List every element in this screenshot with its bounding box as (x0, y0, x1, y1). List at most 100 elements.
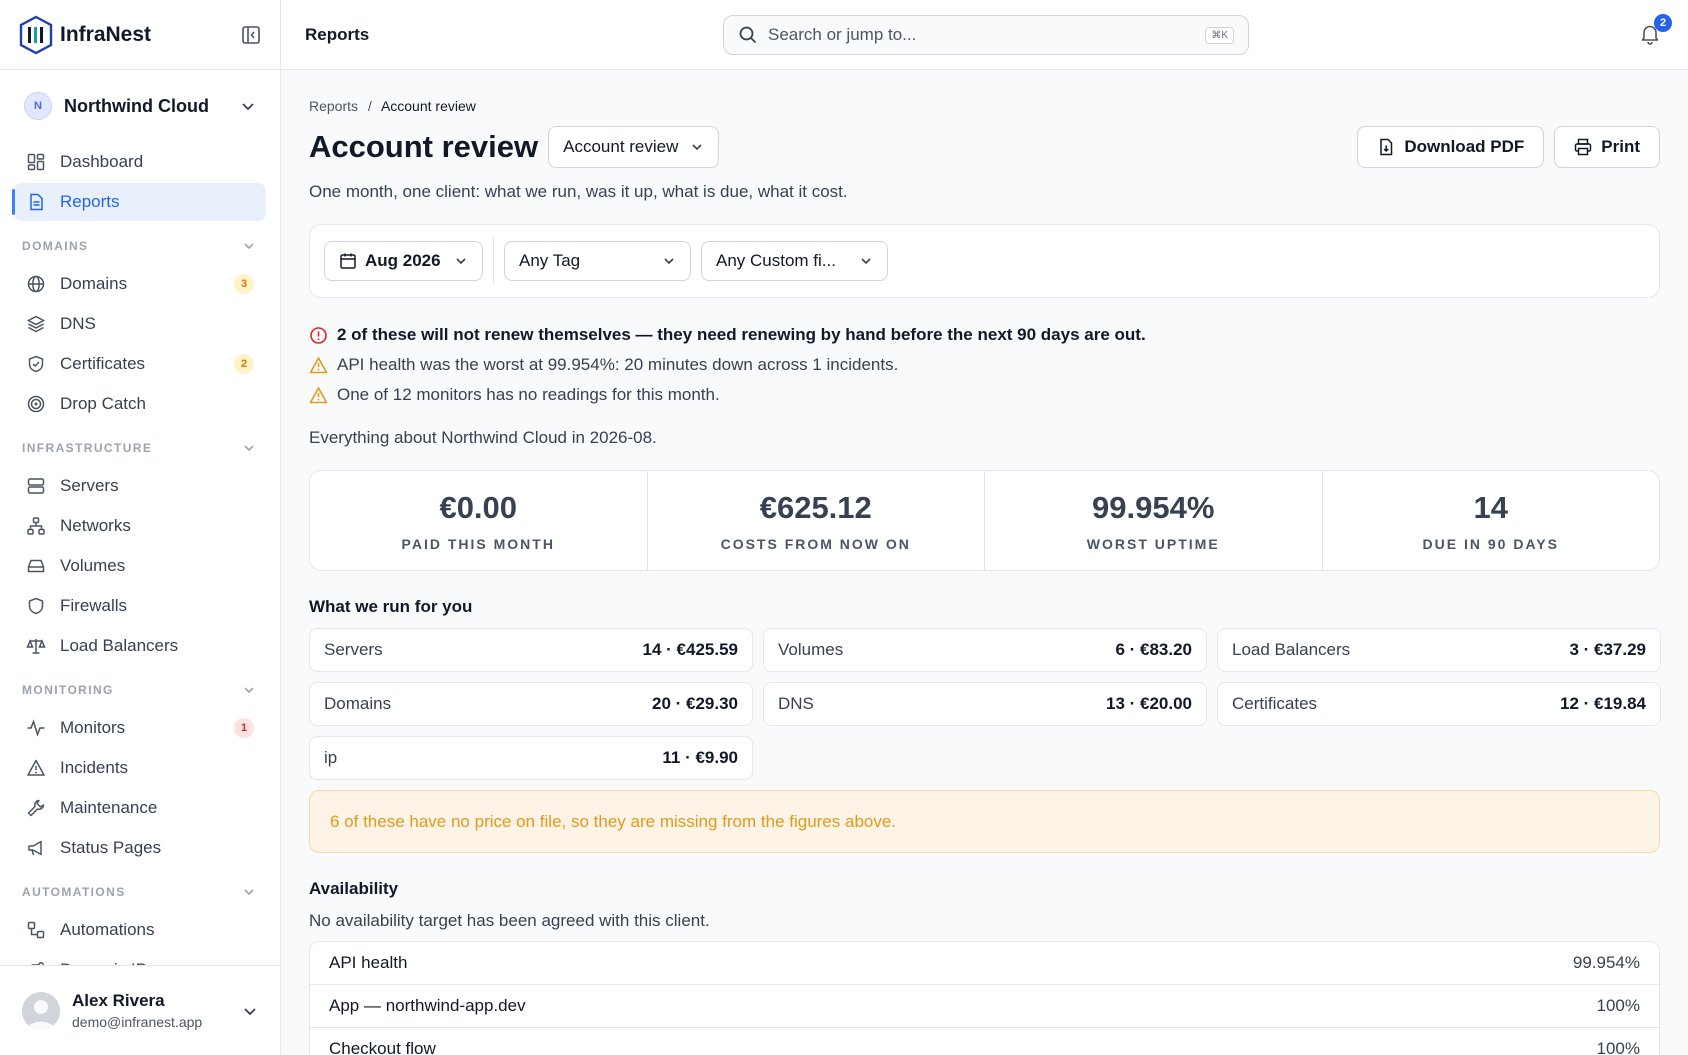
custom-field-filter-value: Any Custom fi... (716, 251, 836, 270)
document-icon (30, 193, 43, 211)
table-row: API health 99.954% (310, 942, 1659, 985)
monitor-name: API health (329, 953, 408, 972)
user-menu[interactable]: Alex Rivera demo@infranest.app (0, 965, 280, 1055)
month-picker[interactable]: Aug 2026 (324, 241, 483, 281)
chevron-down-icon (244, 243, 254, 250)
resource-card-load-balancers[interactable]: Load Balancers 3 · €37.29 (1217, 628, 1661, 672)
resource-name: Certificates (1232, 694, 1318, 713)
sidebar-item-dashboard[interactable]: Dashboard (14, 143, 266, 181)
tag-filter-select[interactable]: Any Tag (504, 241, 691, 281)
chevron-down-icon (244, 889, 254, 896)
chevron-down-icon (692, 144, 702, 151)
sidebar-item-reports[interactable]: Reports (12, 183, 266, 221)
resource-grid: Servers 14 · €425.59 Volumes 6 · €83.20 … (309, 628, 1661, 780)
sidebar-item-label: Monitors (60, 718, 126, 737)
resource-name: Servers (324, 640, 383, 659)
filter-bar: Aug 2026 Any Tag Any Custom fi... (309, 224, 1660, 298)
custom-field-filter-select[interactable]: Any Custom fi... (701, 241, 888, 281)
user-email: demo@infranest.app (72, 1014, 203, 1030)
breadcrumb-parent[interactable]: Reports (309, 98, 358, 114)
page-subtitle: One month, one client: what we run, was … (309, 182, 848, 201)
breadcrumb-current: Account review (380, 98, 476, 114)
alert-text: One of 12 monitors has no readings for t… (337, 385, 720, 404)
download-pdf-button[interactable]: Download PDF (1357, 126, 1545, 168)
sidebar-item-maintenance[interactable]: Maintenance (14, 789, 266, 827)
chevron-down-icon (244, 1007, 256, 1015)
sidebar-collapse-icon[interactable] (240, 24, 262, 46)
stat-label: WORST UPTIME (1086, 535, 1220, 552)
org-avatar: N (24, 92, 52, 120)
sidebar-item-status-pages[interactable]: Status Pages (14, 829, 266, 867)
resource-card-certificates[interactable]: Certificates 12 · €19.84 (1217, 682, 1661, 726)
section-automations[interactable]: AUTOMATIONS (14, 875, 266, 909)
stat-paid-this-month: €0.00 PAID THIS MONTH (310, 471, 648, 570)
sidebar-item-firewalls[interactable]: Firewalls (14, 587, 266, 625)
brand: InfraNest (0, 0, 280, 70)
alerts-list: 2 of these will not renew themselves — t… (309, 320, 1660, 410)
search-input[interactable] (768, 25, 1206, 45)
resource-card-volumes[interactable]: Volumes 6 · €83.20 (763, 628, 1207, 672)
summary-stats: €0.00 PAID THIS MONTH €625.12 COSTS FROM… (309, 470, 1660, 571)
resource-value: 11 · €9.90 (662, 748, 738, 767)
sidebar-item-automations[interactable]: Automations (14, 911, 266, 949)
resource-value: 13 · €20.00 (1105, 694, 1192, 713)
target-icon (27, 395, 45, 413)
section-domains[interactable]: DOMAINS (14, 229, 266, 263)
sidebar-item-volumes[interactable]: Volumes (14, 547, 266, 585)
sidebar-item-dns[interactable]: DNS (14, 305, 266, 343)
title-row: Account review Account review Download P… (309, 126, 1660, 168)
report-scope-text: Everything about Northwind Cloud in 2026… (309, 428, 657, 447)
chevron-down-icon (244, 445, 254, 452)
notification-count-badge: 2 (1654, 14, 1672, 32)
print-button[interactable]: Print (1554, 126, 1660, 168)
server-icon (27, 478, 45, 494)
sidebar-item-load-balancers[interactable]: Load Balancers (14, 627, 266, 665)
infranest-logo-icon (19, 15, 53, 54)
sidebar-item-servers[interactable]: Servers (14, 467, 266, 505)
sidebar-item-label: Reports (60, 192, 120, 211)
resource-card-domains[interactable]: Domains 20 · €29.30 (309, 682, 753, 726)
section-label: MONITORING (22, 683, 114, 697)
sidebar-item-domains[interactable]: Domains 3 (14, 265, 266, 303)
search-icon (739, 26, 757, 44)
resource-card-ip[interactable]: ip 11 · €9.90 (309, 736, 753, 780)
resource-card-dns[interactable]: DNS 13 · €20.00 (763, 682, 1207, 726)
table-row: App — northwind-app.dev 100% (310, 985, 1659, 1028)
download-pdf-label: Download PDF (1404, 137, 1525, 156)
alert-triangle-icon (27, 759, 45, 776)
section-label: DOMAINS (22, 239, 89, 253)
report-type-select[interactable]: Account review (548, 126, 720, 168)
resource-name: Domains (324, 694, 392, 713)
resource-card-servers[interactable]: Servers 14 · €425.59 (309, 628, 753, 672)
stat-label: COSTS FROM NOW ON (720, 535, 911, 552)
sidebar-item-label: DNS (60, 314, 96, 333)
sidebar-item-drop-catch[interactable]: Drop Catch (14, 385, 266, 423)
sidebar-item-incidents[interactable]: Incidents (14, 749, 266, 787)
month-value: Aug 2026 (365, 251, 441, 270)
megaphone-icon (28, 840, 42, 856)
page-section-title: Reports (305, 24, 370, 44)
section-monitoring[interactable]: MONITORING (14, 673, 266, 707)
filter-divider (493, 237, 494, 285)
monitor-name: Checkout flow (329, 1039, 436, 1055)
sidebar-item-label: Domains (60, 274, 128, 293)
stat-due-in-90-days: 14 DUE IN 90 DAYS (1323, 471, 1660, 570)
sidebar-item-networks[interactable]: Networks (14, 507, 266, 545)
resource-name: Volumes (778, 640, 844, 659)
stat-value: €625.12 (759, 489, 872, 525)
sidebar-item-monitors[interactable]: Monitors 1 (14, 709, 266, 747)
notifications-button[interactable]: 2 (1638, 14, 1672, 46)
table-row: Checkout flow 100% (310, 1028, 1659, 1055)
resource-value: 14 · €425.59 (642, 640, 738, 659)
stat-worst-uptime: 99.954% WORST UPTIME (985, 471, 1323, 570)
org-switcher[interactable]: N Northwind Cloud (0, 71, 280, 141)
sidebar-item-label: Drop Catch (60, 394, 146, 413)
search-box[interactable]: ⌘K (723, 15, 1249, 55)
stat-value: 14 (1473, 489, 1508, 525)
user-name: Alex Rivera (72, 991, 165, 1010)
section-infrastructure[interactable]: INFRASTRUCTURE (14, 431, 266, 465)
chevron-down-icon (456, 258, 466, 265)
chevron-down-icon (861, 258, 871, 265)
sidebar-item-certificates[interactable]: Certificates 2 (14, 345, 266, 383)
breadcrumb: Reports / Account review (309, 98, 1660, 114)
